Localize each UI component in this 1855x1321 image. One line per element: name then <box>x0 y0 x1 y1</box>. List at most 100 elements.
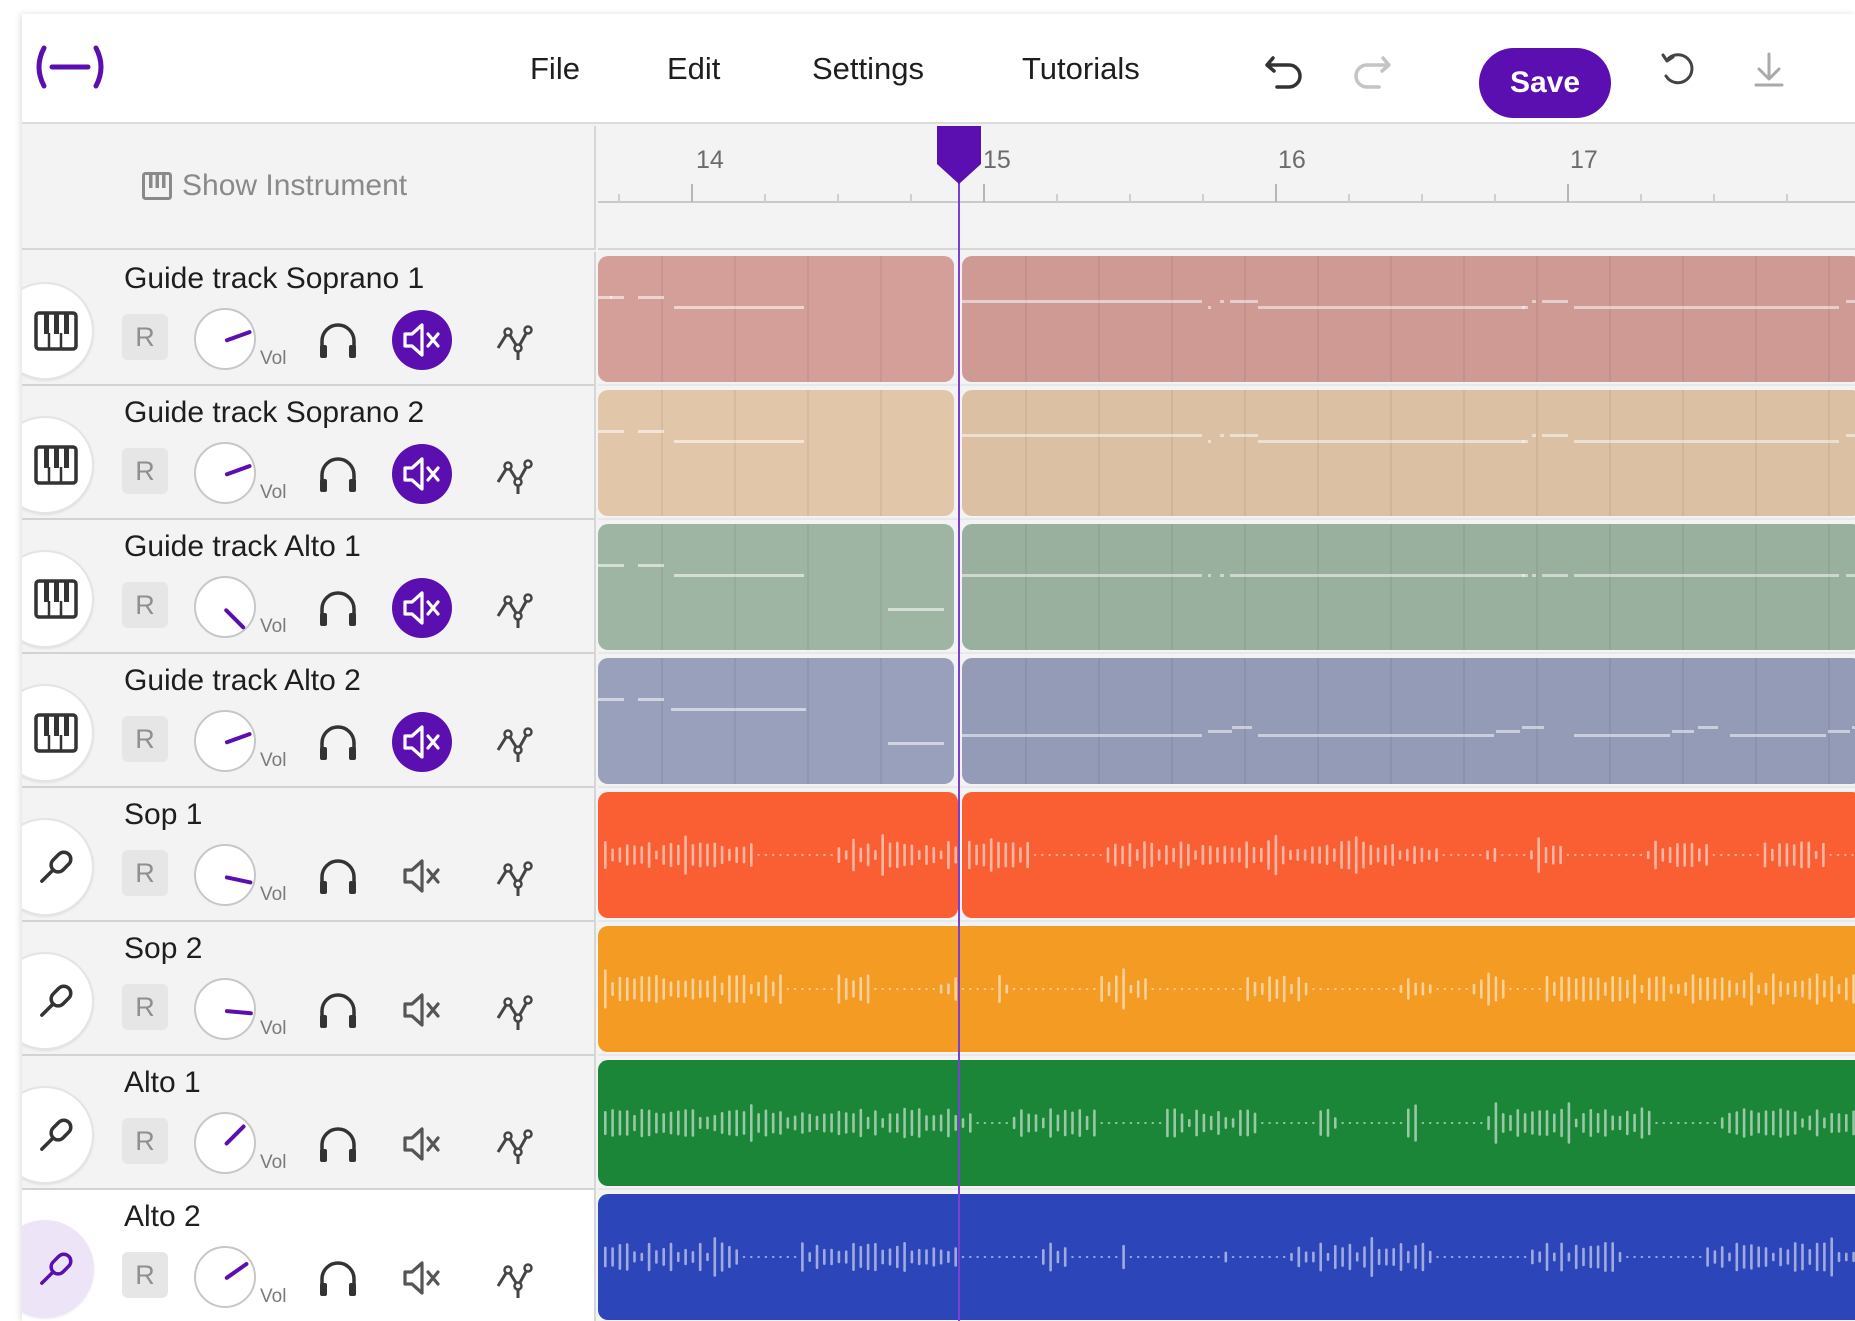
undo-icon[interactable] <box>1259 44 1309 94</box>
instrument-avatar[interactable] <box>22 282 94 380</box>
track-header[interactable]: Guide track Alto 1 R Vol <box>22 520 596 654</box>
track-name[interactable]: Guide track Alto 2 <box>124 664 361 698</box>
instrument-avatar[interactable] <box>22 416 94 514</box>
instrument-avatar[interactable] <box>22 684 94 782</box>
solo-button[interactable] <box>308 310 368 370</box>
menu-edit[interactable]: Edit <box>667 14 720 124</box>
track-lane[interactable] <box>598 788 1855 922</box>
record-arm-button[interactable]: R <box>122 984 168 1030</box>
track-lane[interactable] <box>598 922 1855 1056</box>
voice-avatar[interactable] <box>22 1086 94 1184</box>
midi-clip[interactable] <box>598 658 954 784</box>
download-icon[interactable] <box>1744 44 1794 94</box>
solo-button[interactable] <box>308 846 368 906</box>
solo-button[interactable] <box>308 1114 368 1174</box>
solo-button[interactable] <box>308 444 368 504</box>
mute-button[interactable] <box>392 1248 452 1308</box>
track-lane[interactable] <box>598 1056 1855 1190</box>
track-lane[interactable] <box>598 1190 1855 1321</box>
audio-clip[interactable] <box>598 926 1855 1052</box>
record-arm-button[interactable]: R <box>122 1118 168 1164</box>
volume-knob[interactable] <box>194 1112 256 1174</box>
save-button[interactable]: Save <box>1479 48 1611 118</box>
track-header[interactable]: Guide track Alto 2 R Vol <box>22 654 596 788</box>
automation-button[interactable] <box>484 1248 544 1308</box>
record-arm-button[interactable]: R <box>122 314 168 360</box>
menu-settings[interactable]: Settings <box>812 14 924 124</box>
playhead-line[interactable] <box>958 126 960 1321</box>
track-header[interactable]: Alto 1 R Vol <box>22 1056 596 1190</box>
automation-button[interactable] <box>484 578 544 638</box>
redo-icon[interactable] <box>1347 44 1397 94</box>
track-name[interactable]: Guide track Soprano 1 <box>124 262 424 296</box>
logo-icon[interactable] <box>32 44 108 90</box>
automation-button[interactable] <box>484 846 544 906</box>
track-lane[interactable] <box>598 520 1855 654</box>
track-header[interactable]: Guide track Soprano 1 R Vol <box>22 252 596 386</box>
audio-clip[interactable] <box>598 1194 1855 1320</box>
volume-knob[interactable] <box>194 844 256 906</box>
record-arm-button[interactable]: R <box>122 448 168 494</box>
playhead-handle[interactable] <box>937 126 981 184</box>
solo-button[interactable] <box>308 1248 368 1308</box>
instrument-avatar[interactable] <box>22 550 94 648</box>
bar-label-16: 16 <box>1278 146 1306 174</box>
automation-button[interactable] <box>484 1114 544 1174</box>
automation-button[interactable] <box>484 444 544 504</box>
record-arm-button[interactable]: R <box>122 582 168 628</box>
mute-button[interactable] <box>392 846 452 906</box>
midi-clip[interactable] <box>962 658 1855 784</box>
midi-clip[interactable] <box>962 524 1855 650</box>
mute-button[interactable] <box>392 310 452 370</box>
track-name[interactable]: Guide track Alto 1 <box>124 530 361 564</box>
midi-clip[interactable] <box>962 256 1855 382</box>
track-name[interactable]: Guide track Soprano 2 <box>124 396 424 430</box>
mute-button[interactable] <box>392 1114 452 1174</box>
midi-clip[interactable] <box>598 524 954 650</box>
history-icon[interactable] <box>1655 44 1705 94</box>
audio-clip[interactable] <box>962 792 1855 918</box>
volume-knob[interactable] <box>194 1246 256 1308</box>
record-arm-button[interactable]: R <box>122 716 168 762</box>
volume-knob[interactable] <box>194 576 256 638</box>
solo-button[interactable] <box>308 578 368 638</box>
mute-button[interactable] <box>392 980 452 1040</box>
volume-knob[interactable] <box>194 308 256 370</box>
mute-button[interactable] <box>392 578 452 638</box>
menu-file[interactable]: File <box>530 14 580 124</box>
midi-clip[interactable] <box>962 390 1855 516</box>
midi-clip[interactable] <box>598 390 954 516</box>
timeline-ruler[interactable]: 14 15 16 17 18 <box>598 126 1855 250</box>
track-name[interactable]: Alto 1 <box>124 1066 201 1100</box>
midi-clip[interactable] <box>598 256 954 382</box>
volume-knob[interactable] <box>194 710 256 772</box>
track-lane[interactable] <box>598 654 1855 788</box>
track-name[interactable]: Sop 2 <box>124 932 202 966</box>
mute-button[interactable] <box>392 712 452 772</box>
automation-button[interactable] <box>484 712 544 772</box>
mute-button[interactable] <box>392 444 452 504</box>
automation-button[interactable] <box>484 980 544 1040</box>
voice-avatar[interactable] <box>22 818 94 916</box>
menu-tutorials[interactable]: Tutorials <box>1022 14 1140 124</box>
track-name[interactable]: Alto 2 <box>124 1200 201 1234</box>
track-header[interactable]: Sop 2 R Vol <box>22 922 596 1056</box>
track-header[interactable]: Guide track Soprano 2 R Vol <box>22 386 596 520</box>
track-lane[interactable] <box>598 386 1855 520</box>
solo-button[interactable] <box>308 980 368 1040</box>
volume-knob[interactable] <box>194 442 256 504</box>
voice-avatar[interactable] <box>22 1220 94 1318</box>
record-arm-button[interactable]: R <box>122 850 168 896</box>
track-header[interactable]: Alto 2 R Vol <box>22 1190 596 1321</box>
track-lane[interactable] <box>598 252 1855 386</box>
show-instrument-button[interactable]: Show Instrument <box>142 166 407 206</box>
voice-avatar[interactable] <box>22 952 94 1050</box>
audio-clip[interactable] <box>598 792 958 918</box>
solo-button[interactable] <box>308 712 368 772</box>
track-name[interactable]: Sop 1 <box>124 798 202 832</box>
volume-knob[interactable] <box>194 978 256 1040</box>
record-arm-button[interactable]: R <box>122 1252 168 1298</box>
track-header[interactable]: Sop 1 R Vol <box>22 788 596 922</box>
automation-button[interactable] <box>484 310 544 370</box>
audio-clip[interactable] <box>598 1060 1855 1186</box>
